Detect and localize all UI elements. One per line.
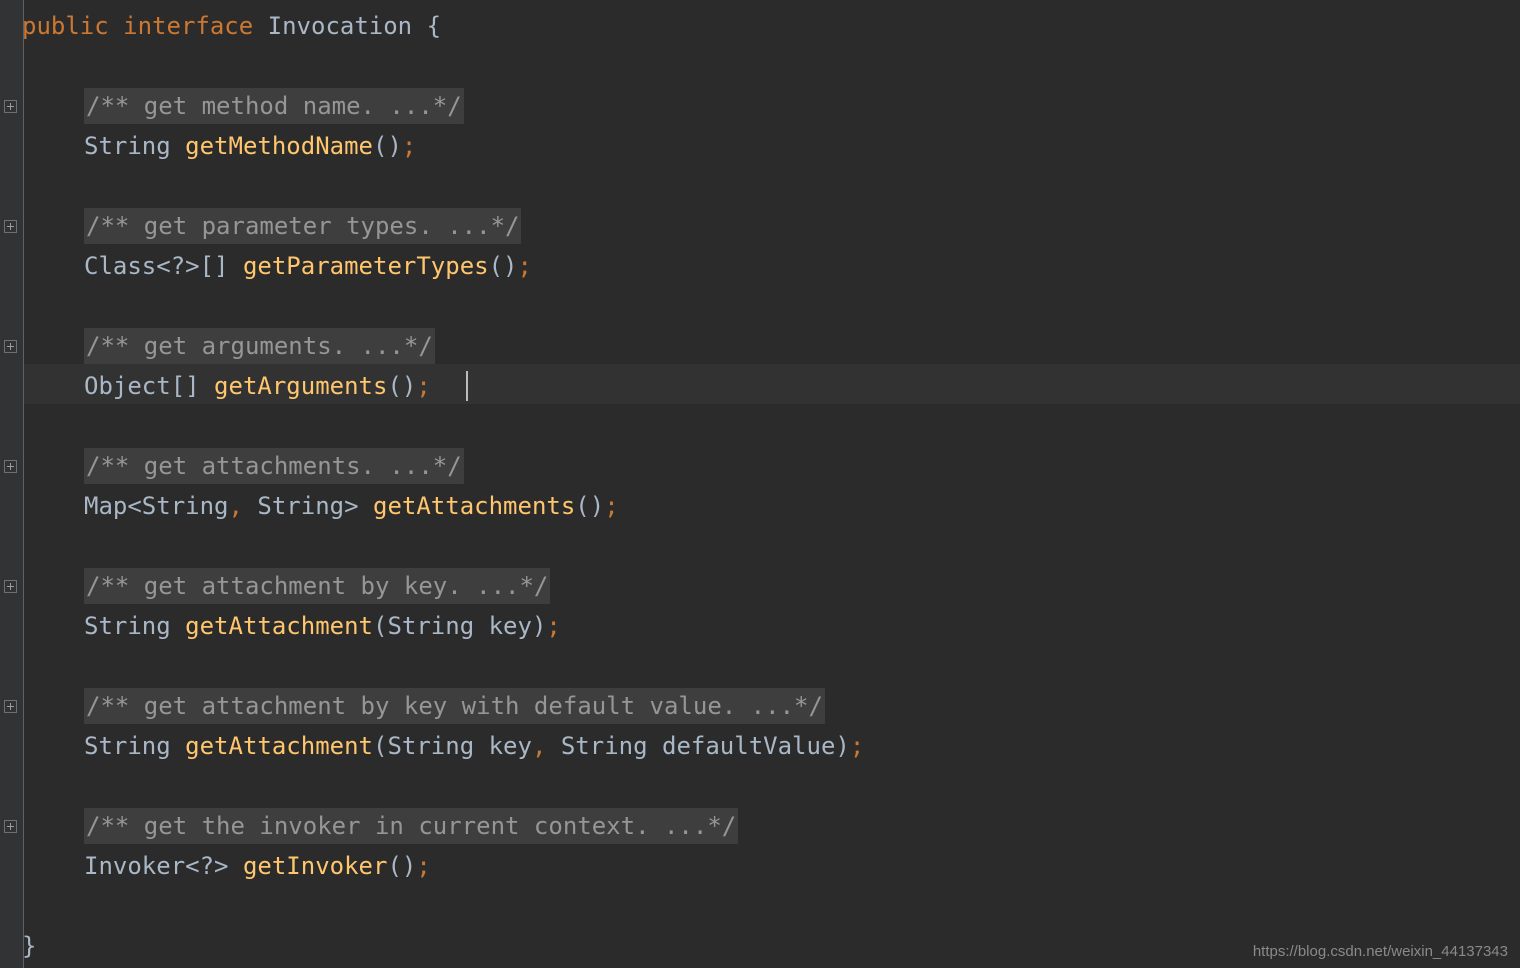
token-mth: getParameterTypes [242, 252, 489, 280]
token-mth: getAttachments [373, 492, 576, 520]
token-punc: , [228, 492, 243, 520]
token-txt: String [84, 132, 186, 160]
folded-comment-placeholder[interactable]: /** get method name. ...*/ [84, 88, 464, 124]
code-line: } [22, 926, 36, 966]
token-txt: String defaultValue [546, 732, 836, 760]
token-paren: () [387, 852, 417, 880]
token-paren: ( [373, 612, 388, 640]
token-mth: getAttachment [185, 732, 373, 760]
code-line: Object[] getArguments(); [84, 366, 431, 406]
token-txt: String [84, 612, 186, 640]
code-line: Map<String, String> getAttachments(); [84, 486, 619, 526]
token-txt: Object[] [84, 372, 215, 400]
token-mth: getInvoker [242, 852, 388, 880]
token-mth: getAttachment [185, 612, 373, 640]
folded-javadoc-line: /** get arguments. ...*/ [84, 326, 435, 366]
token-punc: , [531, 732, 547, 760]
watermark-text: https://blog.csdn.net/weixin_44137343 [1252, 943, 1508, 960]
token-mth: getMethodName [185, 132, 373, 160]
token-paren: () [488, 252, 518, 280]
token-punc: ; [401, 132, 417, 160]
folded-comment-placeholder[interactable]: /** get the invoker in current context. … [84, 808, 739, 844]
folded-javadoc-line: /** get parameter types. ...*/ [84, 206, 522, 246]
token-txt: Map<String [84, 492, 229, 520]
code-editor[interactable]: public interface Invocation { /** get met… [0, 0, 1520, 968]
token-paren: () [373, 132, 402, 160]
code-line: Class<?>[] getParameterTypes(); [84, 246, 532, 286]
text-caret [466, 371, 468, 401]
token-kw: public interface [22, 12, 268, 40]
folded-comment-placeholder[interactable]: /** get attachment by key. ...*/ [84, 568, 551, 604]
token-punc: ; [416, 372, 431, 400]
folded-javadoc-line: /** get attachment by key. ...*/ [84, 566, 551, 606]
token-txt: Class<?>[] [84, 252, 243, 280]
token-punc: ; [849, 732, 865, 760]
folded-comment-placeholder[interactable]: /** get arguments. ...*/ [84, 328, 435, 364]
token-paren: ( [373, 732, 388, 760]
token-txt: String> [242, 492, 373, 520]
token-txt: } [22, 932, 37, 960]
code-line: Invoker<?> getInvoker(); [84, 846, 431, 886]
token-punc: ; [546, 612, 561, 640]
token-punc: ; [517, 252, 532, 280]
folded-javadoc-line: /** get attachments. ...*/ [84, 446, 464, 486]
folded-comment-placeholder[interactable]: /** get parameter types. ...*/ [84, 208, 522, 244]
token-mth: getArguments [214, 372, 388, 400]
token-txt: String key [387, 732, 532, 760]
code-line: String getMethodName(); [84, 126, 416, 166]
token-paren: ) [531, 612, 547, 640]
code-text-layer[interactable]: public interface Invocation { /** get met… [0, 0, 1520, 968]
code-line: String getAttachment(String key, String … [84, 726, 864, 766]
token-txt: String key [387, 612, 532, 640]
folded-comment-placeholder[interactable]: /** get attachments. ...*/ [84, 448, 464, 484]
folded-javadoc-line: /** get attachment by key with default v… [84, 686, 825, 726]
code-line: String getAttachment(String key); [84, 606, 561, 646]
folded-javadoc-line: /** get the invoker in current context. … [84, 806, 739, 846]
token-paren: ) [835, 732, 850, 760]
token-txt: String [84, 732, 186, 760]
token-txt: Invocation { [267, 12, 442, 40]
token-punc: ; [416, 852, 431, 880]
code-line: public interface Invocation { [22, 6, 441, 46]
folded-comment-placeholder[interactable]: /** get attachment by key with default v… [84, 688, 825, 724]
token-paren: () [575, 492, 605, 520]
folded-javadoc-line: /** get method name. ...*/ [84, 86, 464, 126]
token-txt: Invoker<?> [84, 852, 243, 880]
token-punc: ; [604, 492, 619, 520]
token-paren: () [387, 372, 417, 400]
